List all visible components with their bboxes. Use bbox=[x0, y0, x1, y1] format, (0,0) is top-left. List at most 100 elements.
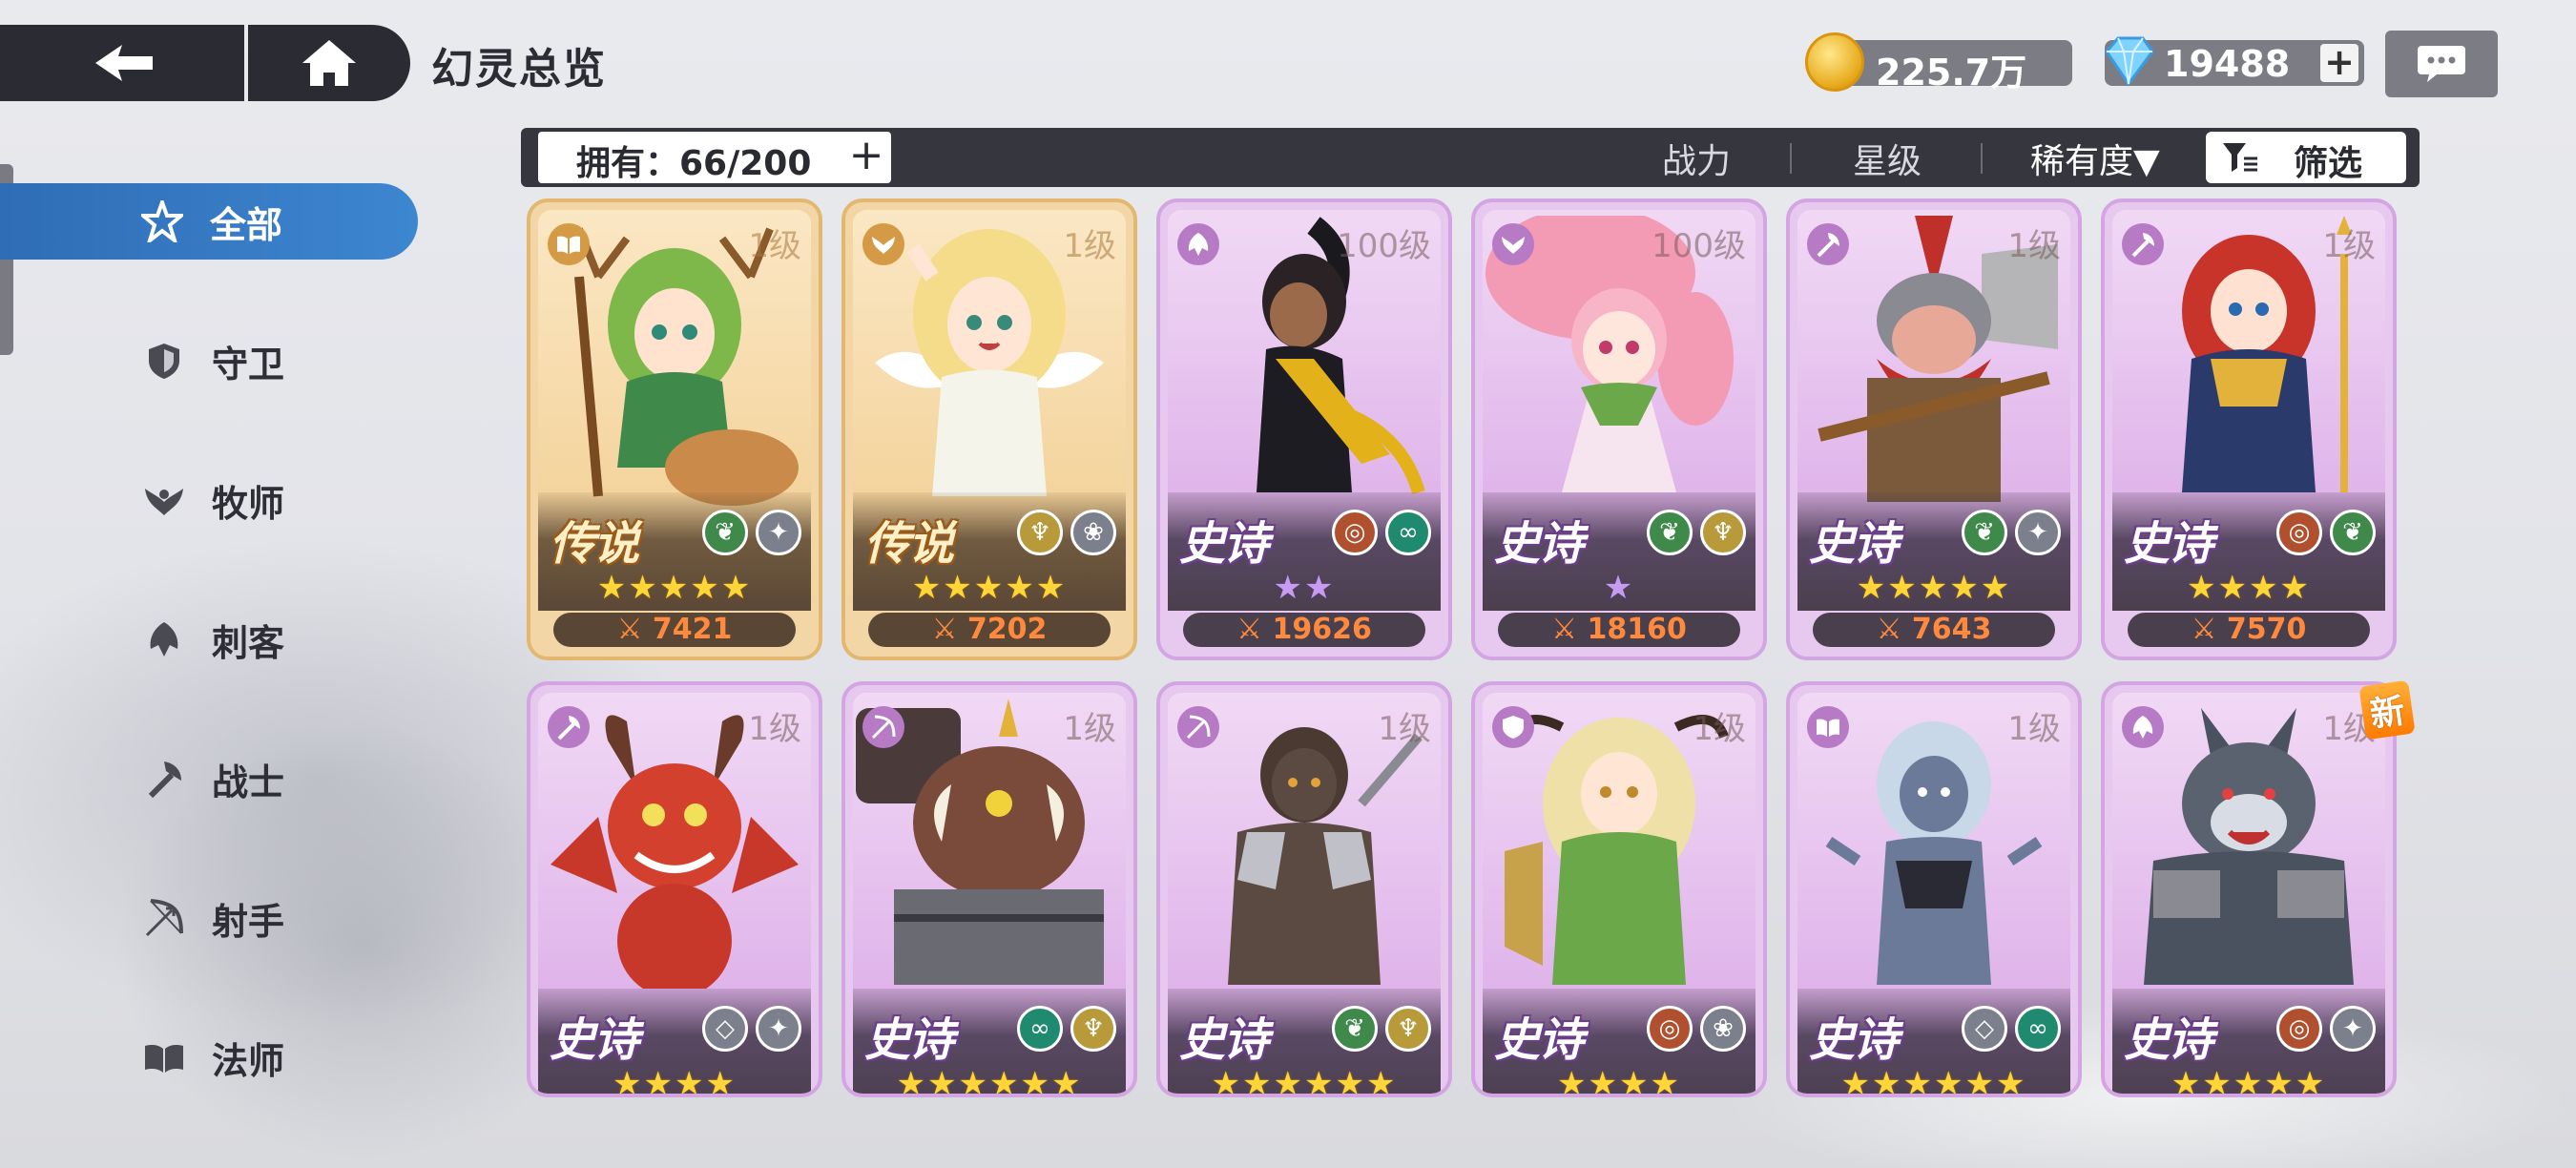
nature-element-icon: ❦ bbox=[702, 510, 748, 555]
hero-info-band: 史诗 ◎ ❦ ★★★★ bbox=[2112, 492, 2385, 611]
sort-by-star[interactable]: 星级 bbox=[1853, 134, 1922, 183]
combat-power: ⚔ 18160 bbox=[1498, 613, 1740, 647]
combat-power: ⚔ 7570 bbox=[2128, 613, 2370, 647]
gold-counter: 225.7万 bbox=[1805, 32, 2072, 94]
combat-power: ⚔ 19626 bbox=[1183, 613, 1425, 647]
hero-card[interactable]: 1级 史诗 ◎ ✦ ★★★★★ bbox=[2101, 681, 2397, 1097]
back-arrow-icon bbox=[95, 45, 153, 81]
home-button[interactable] bbox=[248, 25, 410, 101]
hero-card[interactable]: 1级 传说 ♆ ❀ ★★★★★ ⚔ 7202 bbox=[841, 198, 1137, 660]
hero-level: 1级 bbox=[748, 710, 801, 748]
void-element-icon: ◇ bbox=[702, 1006, 748, 1052]
assassin-icon bbox=[150, 622, 178, 657]
star-rating: ★★★★★★ bbox=[1840, 1065, 2027, 1097]
sidebar-item-warrior[interactable]: 战士 bbox=[143, 750, 284, 807]
filter-funnel-icon bbox=[2223, 143, 2257, 172]
class-assassin-icon bbox=[1177, 223, 1219, 265]
class-book-icon bbox=[1807, 706, 1849, 748]
class-bow-icon bbox=[1177, 706, 1219, 748]
rarity-label: 史诗 bbox=[2124, 1013, 2213, 1067]
hero-card[interactable]: 1级 史诗 ◎ ❀ ★★★★ bbox=[1471, 681, 1767, 1097]
rarity-label: 史诗 bbox=[2124, 517, 2213, 571]
combat-power: ⚔ 7421 bbox=[553, 613, 796, 647]
hero-card[interactable]: 1级 史诗 ◎ ❦ ★★★★ ⚔ 7570 bbox=[2101, 198, 2397, 660]
new-badge: 新 bbox=[2358, 679, 2416, 740]
sidebar-item-guard[interactable]: 守卫 bbox=[143, 332, 284, 389]
light-element-icon: ✦ bbox=[2015, 510, 2061, 555]
hero-level: 1级 bbox=[1378, 710, 1431, 748]
sidebar-item-label: 法师 bbox=[212, 1039, 285, 1082]
rarity-label: 史诗 bbox=[1494, 517, 1584, 571]
void-element-icon: ◇ bbox=[1962, 1006, 2007, 1052]
add-gems-button[interactable]: + bbox=[2320, 44, 2358, 82]
hero-level: 1级 bbox=[1063, 227, 1116, 265]
hero-card[interactable]: 100级 史诗 ❦ ♆ ★ ⚔ 18160 bbox=[1471, 198, 1767, 660]
fire-swirl-element-icon: ◎ bbox=[2276, 1006, 2322, 1052]
all-star-icon bbox=[141, 200, 183, 242]
hero-card[interactable]: 1级 史诗 ❦ ✦ ★★★★★ ⚔ 7643 bbox=[1786, 198, 2082, 660]
power-value: 19626 bbox=[1272, 613, 1372, 646]
wind-element-icon: ∞ bbox=[1385, 510, 1431, 555]
hero-level: 100级 bbox=[1652, 227, 1746, 265]
sidebar-item-label: 射手 bbox=[212, 900, 285, 943]
rarity-label: 史诗 bbox=[1179, 517, 1269, 571]
class-axe-icon bbox=[1807, 223, 1849, 265]
owned-count-box: 拥有：66/200 + bbox=[538, 132, 891, 183]
expand-capacity-button[interactable]: + bbox=[845, 135, 887, 178]
hero-info-band: 传说 ♆ ❀ ★★★★★ bbox=[853, 492, 1126, 611]
wind-element-icon: ∞ bbox=[2015, 1006, 2061, 1052]
class-axe-icon bbox=[548, 706, 590, 748]
combat-power: ⚔ 7202 bbox=[868, 613, 1111, 647]
sidebar-item-priest[interactable]: 牧师 bbox=[143, 471, 284, 529]
sidebar-item-archer[interactable]: 射手 bbox=[143, 889, 284, 947]
rarity-label: 传说 bbox=[864, 517, 954, 571]
hero-level: 1级 bbox=[748, 227, 801, 265]
star-rating: ★★★★ bbox=[613, 1065, 737, 1097]
wing-element-icon: ♆ bbox=[1385, 1006, 1431, 1052]
chat-button[interactable] bbox=[2385, 31, 2498, 97]
diamond-icon bbox=[2105, 36, 2154, 87]
hero-info-band: 史诗 ◇ ∞ ★★★★★★ bbox=[1797, 989, 2070, 1097]
filter-button[interactable]: 筛选 bbox=[2206, 132, 2406, 183]
sidebar-item-label: 全部 bbox=[210, 203, 283, 246]
home-icon bbox=[302, 40, 356, 86]
sort-by-rarity[interactable]: 稀有度▼ bbox=[2030, 134, 2160, 183]
sidebar-item-label: 牧师 bbox=[212, 482, 285, 525]
hero-card[interactable]: 1级 史诗 ∞ ♆ ★★★★★★ bbox=[841, 681, 1137, 1097]
page-title: 幻灵总览 bbox=[431, 45, 607, 94]
gold-value: 225.7万 bbox=[1876, 52, 2027, 94]
star-rating: ★★★★ bbox=[1557, 1065, 1681, 1097]
wind-element-icon: ∞ bbox=[1017, 1006, 1063, 1052]
power-value: 7421 bbox=[652, 613, 733, 646]
hero-card[interactable]: 1级 史诗 ◇ ∞ ★★★★★★ bbox=[1786, 681, 2082, 1097]
gold-coin-icon bbox=[1805, 32, 1864, 92]
chat-icon bbox=[2418, 46, 2465, 82]
rarity-label: 史诗 bbox=[1494, 1013, 1584, 1067]
hero-card[interactable]: 1级 史诗 ◇ ✦ ★★★★ bbox=[527, 681, 822, 1097]
class-bow-icon bbox=[862, 706, 904, 748]
wing-element-icon: ♆ bbox=[1700, 510, 1746, 555]
sidebar-item-all[interactable]: 全部 bbox=[141, 193, 282, 250]
star-rating: ★★★★★★ bbox=[1211, 1065, 1398, 1097]
bow-icon bbox=[145, 899, 183, 937]
fire-swirl-element-icon: ◎ bbox=[1332, 510, 1378, 555]
hero-info-band: 史诗 ❦ ♆ ★★★★★★ bbox=[1168, 989, 1441, 1097]
rarity-label: 史诗 bbox=[1809, 1013, 1899, 1067]
hero-info-band: 传说 ❦ ✦ ★★★★★ bbox=[538, 492, 811, 611]
fire-swirl-element-icon: ◎ bbox=[2276, 510, 2322, 555]
hero-level: 1级 bbox=[1693, 710, 1746, 748]
hero-level: 100级 bbox=[1337, 227, 1431, 265]
class-priest-icon bbox=[1492, 223, 1534, 265]
rarity-label: 史诗 bbox=[1809, 517, 1899, 571]
sidebar-item-label: 守卫 bbox=[212, 343, 285, 386]
class-priest-icon bbox=[862, 223, 904, 265]
hero-level: 1级 bbox=[1063, 710, 1116, 748]
hero-card[interactable]: 100级 史诗 ◎ ∞ ★★ ⚔ 19626 bbox=[1156, 198, 1452, 660]
sort-by-power[interactable]: 战力 bbox=[1662, 134, 1731, 183]
sidebar-item-assassin[interactable]: 刺客 bbox=[143, 611, 284, 668]
class-shield-icon bbox=[1492, 706, 1534, 748]
hero-card[interactable]: 1级 史诗 ❦ ♆ ★★★★★★ bbox=[1156, 681, 1452, 1097]
back-button[interactable] bbox=[0, 25, 244, 101]
sidebar-item-mage[interactable]: 法师 bbox=[143, 1029, 284, 1086]
hero-card[interactable]: 1级 传说 ❦ ✦ ★★★★★ ⚔ 7421 bbox=[527, 198, 822, 660]
